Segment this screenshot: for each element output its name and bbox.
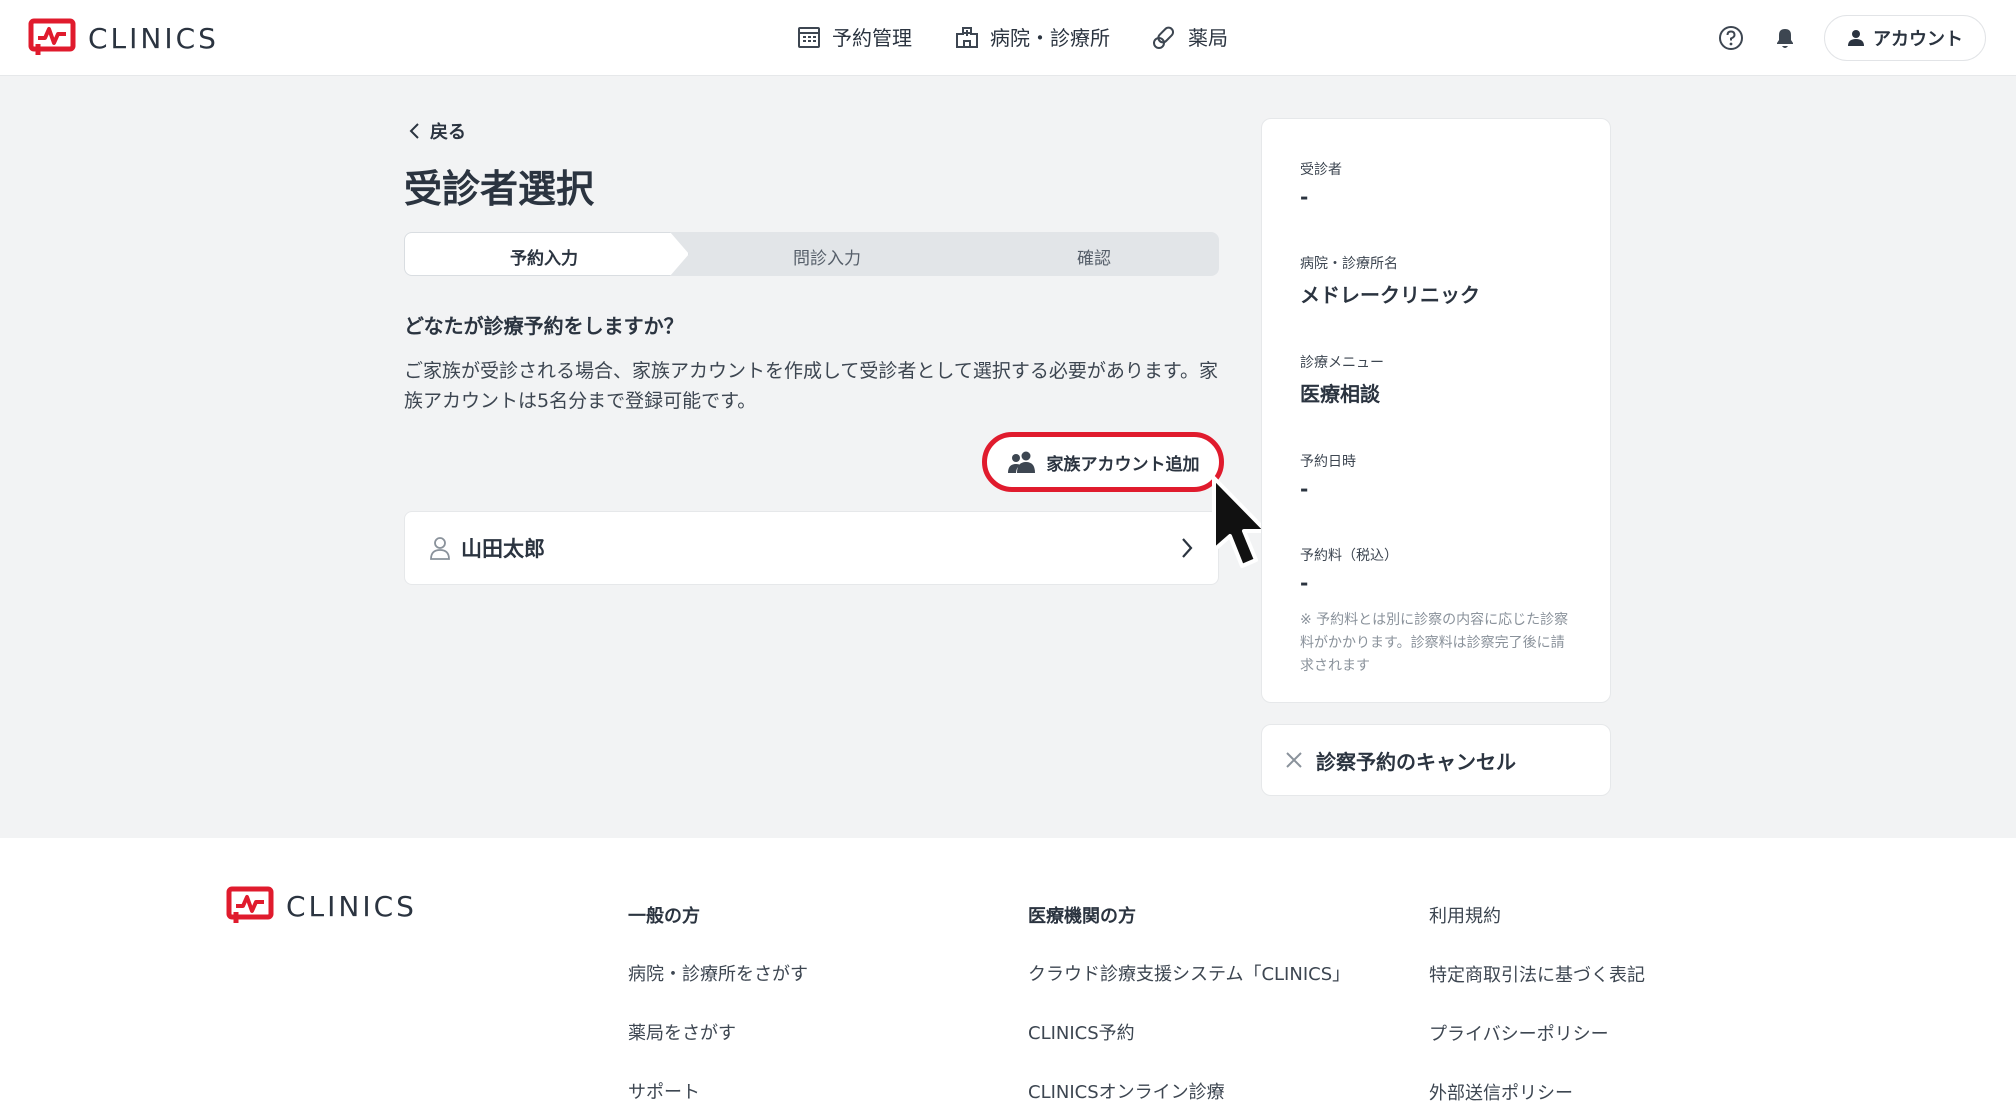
footer-col-general: 一般の方 病院・診療所をさがす 薬局をさがす サポート xyxy=(628,902,808,1105)
user-icon xyxy=(1848,30,1864,46)
datetime-value: - xyxy=(1300,477,1309,501)
close-icon xyxy=(1286,752,1302,768)
footer-col-legal: 利用規約 特定商取引法に基づく表記 プライバシーポリシー 外部送信ポリシー xyxy=(1429,902,1645,1105)
footer-heading: 医療機関の方 xyxy=(1028,906,1136,927)
footer-heading: 一般の方 xyxy=(628,906,700,927)
datetime-label: 予約日時 xyxy=(1300,454,1356,470)
notification-button[interactable] xyxy=(1770,23,1800,53)
people-icon xyxy=(1007,451,1035,473)
nav-label: 病院・診療所 xyxy=(990,26,1110,50)
hospital-icon xyxy=(956,26,978,48)
footer-link[interactable]: サポート xyxy=(628,1078,808,1104)
back-label: 戻る xyxy=(430,122,466,143)
nav-label: 薬局 xyxy=(1188,26,1228,50)
fee-note: ※ 予約料とは別に診察の内容に応じた診察料がかかります。診察料は診察完了後に請求… xyxy=(1300,612,1569,674)
clinics-logo-icon xyxy=(28,18,76,55)
clinics-logo[interactable]: CLINICS xyxy=(28,18,219,58)
cancel-reservation-button[interactable]: 診察予約のキャンセル xyxy=(1261,724,1611,796)
account-label: アカウント xyxy=(1873,29,1963,50)
footer-link[interactable]: 病院・診療所をさがす xyxy=(628,960,808,986)
nav-label: 予約管理 xyxy=(832,26,912,50)
footer-link[interactable]: 特定商取引法に基づく表記 xyxy=(1429,961,1645,987)
footer-col-medical: 医療機関の方 クラウド診療支援システム「CLINICS」 CLINICS予約 C… xyxy=(1028,902,1350,1105)
step-questionnaire: 問診入力 xyxy=(793,249,861,269)
logo-text: CLINICS xyxy=(88,21,219,55)
patient-list-item[interactable]: 山田太郎 xyxy=(404,511,1219,585)
menu-label: 診療メニュー xyxy=(1300,355,1384,371)
clinic-label: 病院・診療所名 xyxy=(1300,256,1398,272)
help-button[interactable] xyxy=(1716,23,1746,53)
footer-link[interactable]: CLINICS予約 xyxy=(1028,1019,1350,1045)
chevron-right-icon xyxy=(1182,538,1193,558)
footer-link[interactable]: CLINICSオンライン診療 xyxy=(1028,1078,1350,1104)
footer-link[interactable]: クラウド診療支援システム「CLINICS」 xyxy=(1028,960,1350,986)
help-icon xyxy=(1719,26,1743,50)
footer-link[interactable]: 利用規約 xyxy=(1429,902,1645,928)
step-confirm: 確認 xyxy=(1077,249,1111,269)
nav-pharmacy[interactable]: 薬局 xyxy=(1152,22,1228,51)
app-footer: CLINICS 一般の方 病院・診療所をさがす 薬局をさがす サポート 医療機関… xyxy=(0,838,2016,1105)
main-nav: 予約管理 病院・診療所 薬局 xyxy=(796,22,1228,51)
footer-link[interactable]: プライバシーポリシー xyxy=(1429,1020,1645,1046)
bell-icon xyxy=(1777,29,1793,48)
page-title: 受診者選択 xyxy=(404,167,595,211)
footer-clinics-logo[interactable]: CLINICS xyxy=(226,886,417,926)
menu-value: 医療相談 xyxy=(1300,382,1380,406)
chevron-left-icon xyxy=(409,123,419,139)
nav-reservations[interactable]: 予約管理 xyxy=(796,22,912,51)
patient-name: 山田太郎 xyxy=(461,537,545,561)
progress-stepper: 予約入力 問診入力 確認 xyxy=(404,232,1219,276)
app-header: CLINICS 予約管理 病院・診療所 薬局 アカウント xyxy=(0,0,2016,76)
logo-text: CLINICS xyxy=(286,889,417,923)
header-actions: アカウント xyxy=(1716,15,1986,61)
patient-value: - xyxy=(1300,185,1309,209)
add-family-account-button[interactable]: 家族アカウント追加 xyxy=(982,432,1224,492)
user-outline-icon xyxy=(430,537,450,560)
clinic-value: メドレークリニック xyxy=(1300,283,1480,307)
question-heading: どなたが診療予約をしますか？ xyxy=(404,314,684,338)
calendar-icon xyxy=(798,26,820,48)
step-reservation-input: 予約入力 xyxy=(510,249,578,269)
back-link[interactable]: 戻る xyxy=(408,118,466,144)
patient-label: 受診者 xyxy=(1300,162,1342,178)
family-description: ご家族が受診される場合、家族アカウントを作成して受診者として選択する必要がありま… xyxy=(404,360,1218,412)
cancel-label: 診察予約のキャンセル xyxy=(1316,749,1516,774)
add-family-label: 家族アカウント追加 xyxy=(1046,454,1200,475)
pill-icon xyxy=(1153,26,1175,49)
clinics-logo-icon xyxy=(226,886,274,923)
footer-link[interactable]: 外部送信ポリシー xyxy=(1429,1079,1645,1105)
fee-label: 予約料（税込） xyxy=(1300,548,1398,564)
reservation-summary: 受診者 - 病院・診療所名 メドレークリニック 診療メニュー 医療相談 予約日時… xyxy=(1261,118,1611,703)
account-button[interactable]: アカウント xyxy=(1824,15,1986,61)
fee-value: - xyxy=(1300,571,1309,595)
nav-hospitals[interactable]: 病院・診療所 xyxy=(954,22,1110,51)
footer-link[interactable]: 薬局をさがす xyxy=(628,1019,808,1045)
